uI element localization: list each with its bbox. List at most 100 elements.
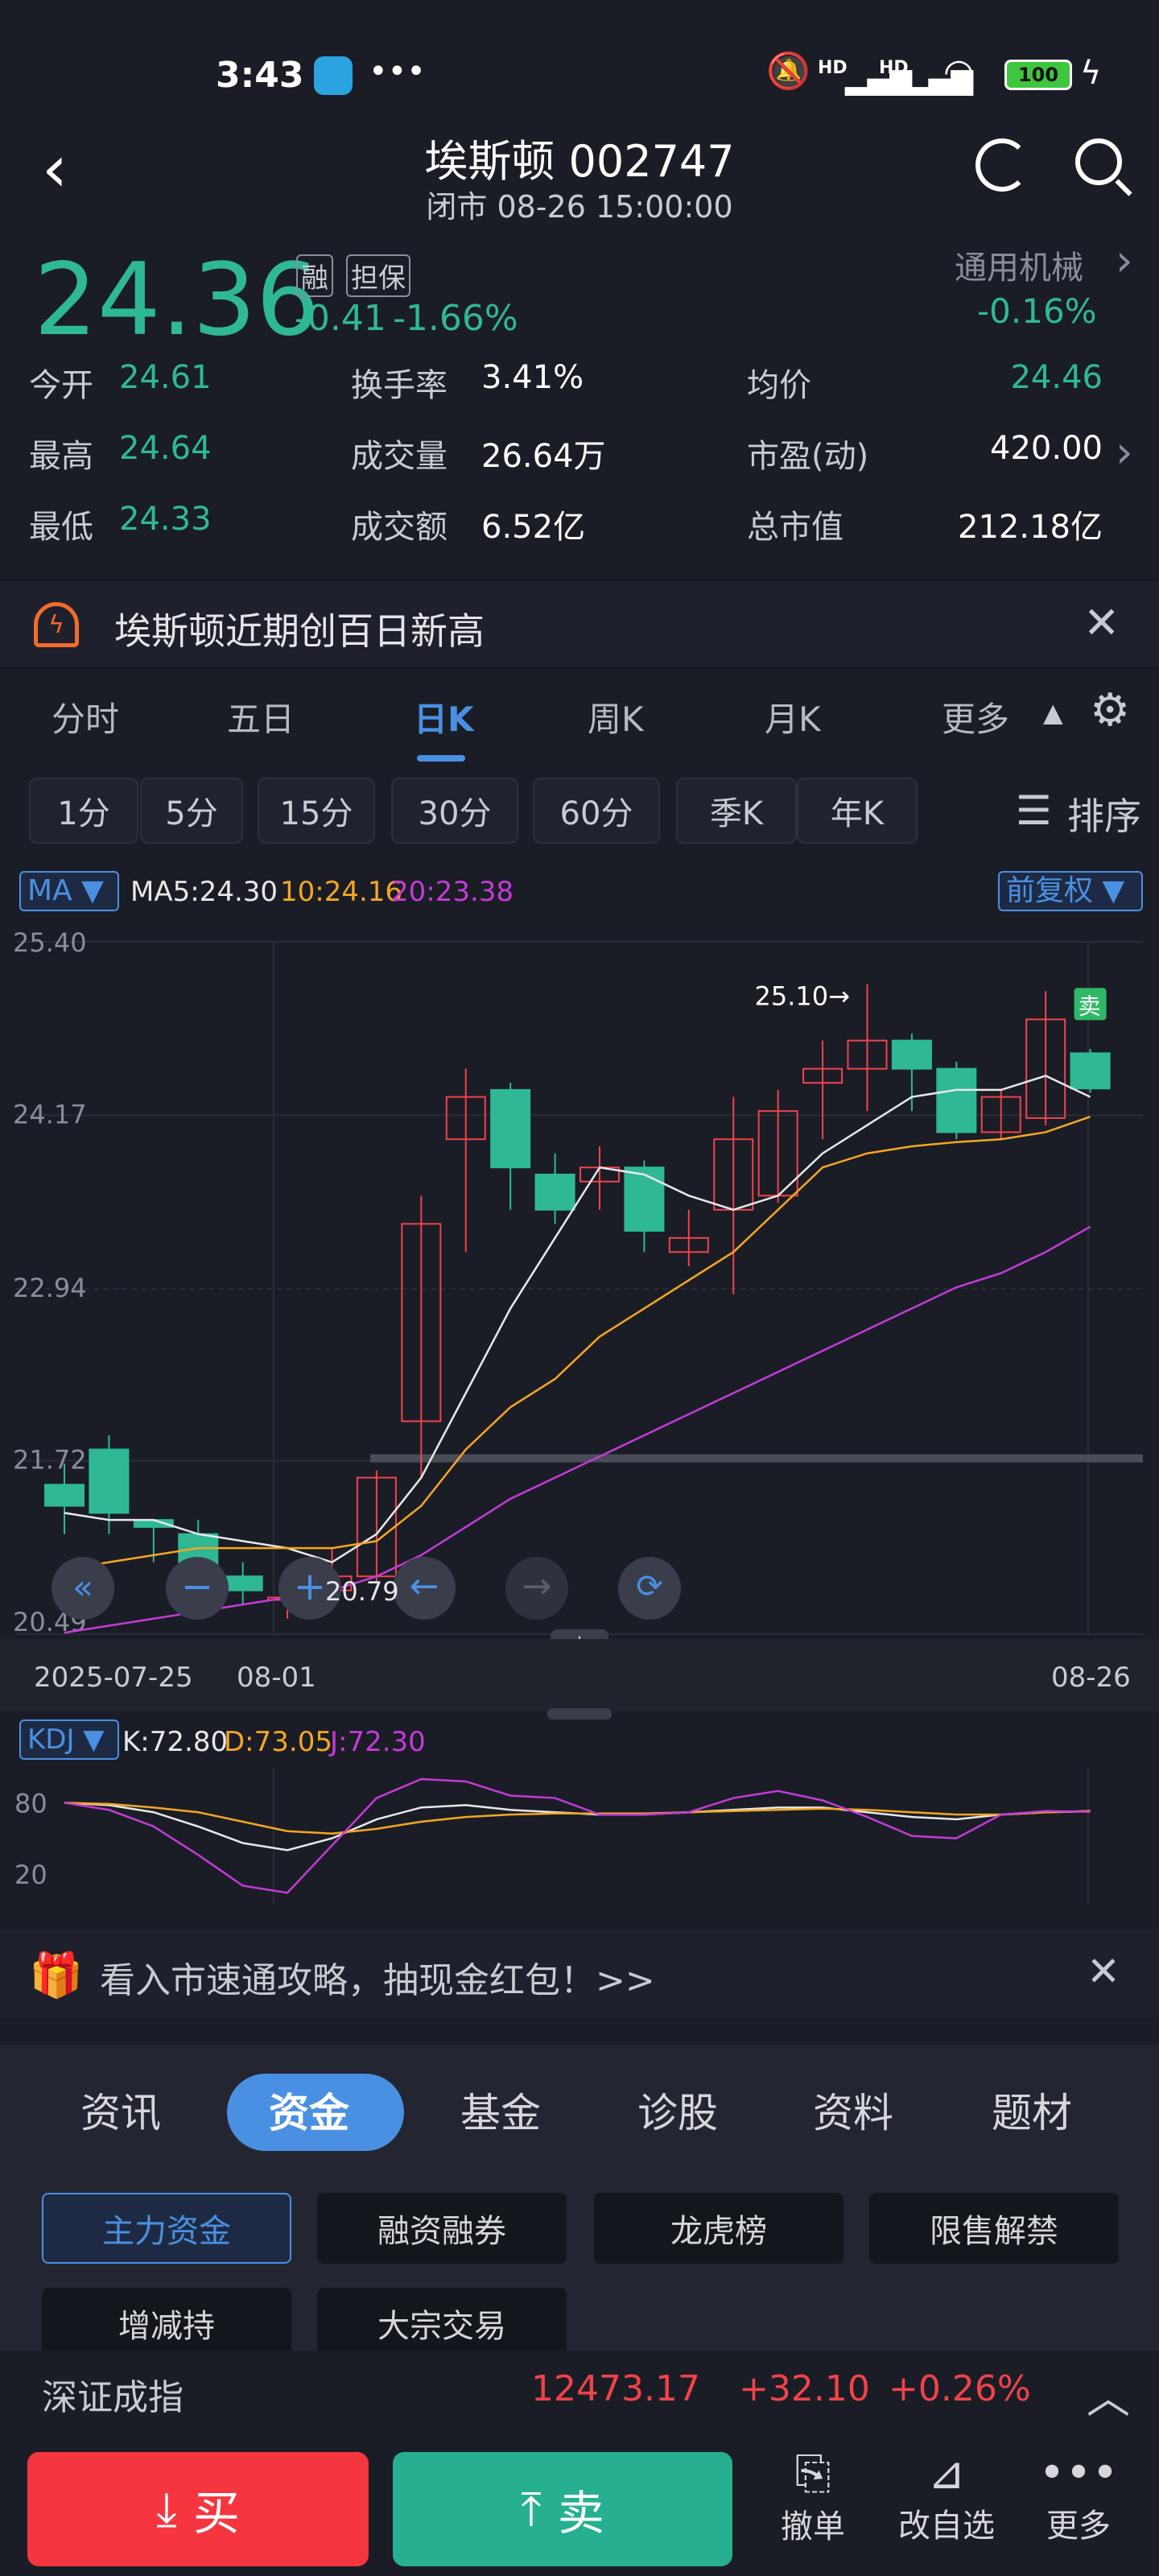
- ma-selector[interactable]: MA ▼: [19, 871, 119, 911]
- sector-change: -0.16%: [977, 291, 1097, 331]
- fund-button[interactable]: 融资融券: [317, 2193, 567, 2264]
- sell-button[interactable]: ⤒ 卖: [393, 2452, 732, 2566]
- chevron-right-icon: ›: [1116, 235, 1133, 286]
- telegram-icon: [314, 56, 353, 95]
- sort-label[interactable]: 排序: [1067, 787, 1141, 840]
- sort-lines-icon[interactable]: ☰: [1016, 787, 1052, 834]
- info-tab[interactable]: 诊股: [637, 2081, 718, 2139]
- period-button[interactable]: 年K: [797, 778, 918, 844]
- tab-0[interactable]: 分时: [52, 692, 119, 741]
- price-level-band: [370, 1454, 1143, 1463]
- tab-3[interactable]: 周K: [588, 692, 644, 741]
- tab-2[interactable]: 日K: [414, 692, 474, 741]
- mute-bell-icon: 🔕: [766, 51, 810, 92]
- fund-button[interactable]: 限售解禁: [869, 2193, 1119, 2264]
- kdj-k-line: [64, 1802, 1091, 1852]
- status-bar: 3:43 ••• 🔕 HD ▂▄▆ HD ▂▄▆ ◠ 100 ϟ: [0, 0, 1159, 121]
- stat-label: 最低: [29, 509, 93, 546]
- promo-banner[interactable]: 🎁 看入市速通攻略，抽现金红包！>> ✕: [0, 1929, 1159, 2017]
- x-label-end: 08-26: [1051, 1662, 1131, 1694]
- info-tab[interactable]: 资讯: [80, 2081, 161, 2139]
- close-icon[interactable]: ✕: [1087, 1948, 1120, 1995]
- adjust-label: 前复权: [1006, 874, 1094, 907]
- kdj-chart[interactable]: 80 20: [0, 1768, 1159, 1913]
- cancel-order-button[interactable]: ⎘ 撤单: [757, 2447, 869, 2547]
- download-arrow-icon: ⤓: [156, 2481, 177, 2537]
- ma-legend: MA ▼ MA5:24.30 10:24.16 20:23.38 前复权 ▼: [0, 866, 1159, 914]
- period-button[interactable]: 1分: [29, 778, 138, 844]
- tab-4[interactable]: 月K: [765, 692, 821, 741]
- fund-button[interactable]: 大宗交易: [317, 2288, 567, 2359]
- kdj-k-value: K:72.80: [122, 1726, 229, 1758]
- info-tab[interactable]: 基金: [460, 2081, 541, 2139]
- index-ticker[interactable]: 深证成指 12473.17 +32.10 +0.26% ︿: [0, 2351, 1159, 2431]
- stock-header: ‹ 埃斯顿 002747 闭市 08-26 15:00:00: [0, 121, 1159, 242]
- promo-text: 看入市速通攻略，抽现金红包！>>: [100, 1960, 655, 2001]
- last-price: 24.36: [34, 242, 320, 358]
- close-icon[interactable]: ✕: [1083, 597, 1120, 648]
- search-icon[interactable]: [1075, 138, 1122, 185]
- kdj-selector[interactable]: KDJ ▼: [19, 1719, 119, 1760]
- x-label-mid: 08-01: [237, 1662, 316, 1694]
- candle-body: [1070, 1052, 1111, 1090]
- fund-button[interactable]: 主力资金: [42, 2193, 291, 2264]
- index-change: +32.10: [739, 2368, 870, 2409]
- ma10-value: 10:24.16: [280, 876, 403, 908]
- edit-watchlist-button[interactable]: ⊿ 改自选: [890, 2447, 1003, 2546]
- index-name: 深证成指: [42, 2377, 184, 2418]
- arrow-left-button[interactable]: ←: [393, 1557, 456, 1620]
- x-axis: 2025-07-25 08-01 08-26: [0, 1639, 1159, 1711]
- kdj-y-tick: 80: [14, 1788, 47, 1818]
- tab-5[interactable]: 更多: [942, 692, 1009, 741]
- period-button[interactable]: 5分: [140, 778, 243, 844]
- alert-banner[interactable]: ϟ 埃斯顿近期创百日新高 ✕: [0, 580, 1159, 668]
- stat-value: 420.00: [990, 430, 1103, 467]
- edit-watchlist-label: 改自选: [898, 2508, 995, 2545]
- candle-body: [534, 1174, 575, 1211]
- kdj-j-value: J:72.30: [330, 1726, 426, 1758]
- candle-body: [936, 1067, 977, 1133]
- gear-icon[interactable]: ⚙: [1090, 684, 1130, 737]
- stat-value: 212.18亿: [958, 509, 1103, 546]
- fund-button[interactable]: 龙虎榜: [594, 2193, 843, 2264]
- y-tick-label: 25.40: [13, 927, 87, 958]
- zoom-out-button[interactable]: −: [166, 1557, 229, 1620]
- ma5-value: MA5:24.30: [130, 876, 278, 908]
- triangle-up-icon: ▲: [1043, 697, 1063, 728]
- kdj-selector-label: KDJ: [27, 1724, 75, 1756]
- rewind-button[interactable]: «: [52, 1557, 114, 1620]
- info-tab[interactable]: 题材: [992, 2081, 1072, 2139]
- period-button[interactable]: 30分: [391, 778, 518, 844]
- period-button[interactable]: 季K: [676, 778, 797, 844]
- cancel-order-icon: ⎘: [794, 2447, 831, 2500]
- charging-icon: ϟ: [1080, 55, 1102, 92]
- info-tab[interactable]: 资料: [813, 2081, 893, 2139]
- period-button[interactable]: 60分: [533, 778, 660, 844]
- arrow-right-button[interactable]: →: [505, 1557, 568, 1620]
- stat-label: 成交额: [351, 509, 448, 546]
- battery-icon: 100: [1004, 60, 1072, 90]
- stat-label: 最高: [29, 438, 93, 475]
- candle-body: [44, 1484, 85, 1507]
- info-tab[interactable]: 资金: [269, 2081, 349, 2139]
- fund-button[interactable]: 增减持: [42, 2288, 291, 2359]
- adjust-selector[interactable]: 前复权 ▼: [998, 871, 1143, 911]
- cancel-order-label: 撤单: [781, 2508, 845, 2545]
- stat-value: 24.61: [119, 359, 212, 396]
- chevron-right-icon[interactable]: ›: [1116, 427, 1133, 477]
- more-button[interactable]: ••• 更多: [1022, 2447, 1135, 2546]
- status-time: 3:43: [216, 55, 304, 96]
- buy-button[interactable]: ⤓ 买: [27, 2452, 369, 2566]
- rotate-screen-button[interactable]: ⟳: [618, 1557, 681, 1620]
- price-change-pct: -1.66%: [393, 298, 518, 339]
- tab-1[interactable]: 五日: [227, 692, 295, 741]
- refresh-icon[interactable]: [975, 138, 1029, 192]
- chart-controls: « − + ← → ⟳: [0, 1554, 1159, 1626]
- period-button[interactable]: 15分: [258, 778, 375, 844]
- buy-label: 买: [192, 2486, 240, 2541]
- chevron-up-icon[interactable]: ︿: [1087, 2362, 1130, 2425]
- ma5-line: [64, 1075, 1091, 1564]
- chart-edit-icon: ⊿: [927, 2447, 966, 2500]
- sector-name[interactable]: 通用机械: [955, 242, 1083, 288]
- margin-badge: 融: [296, 254, 333, 297]
